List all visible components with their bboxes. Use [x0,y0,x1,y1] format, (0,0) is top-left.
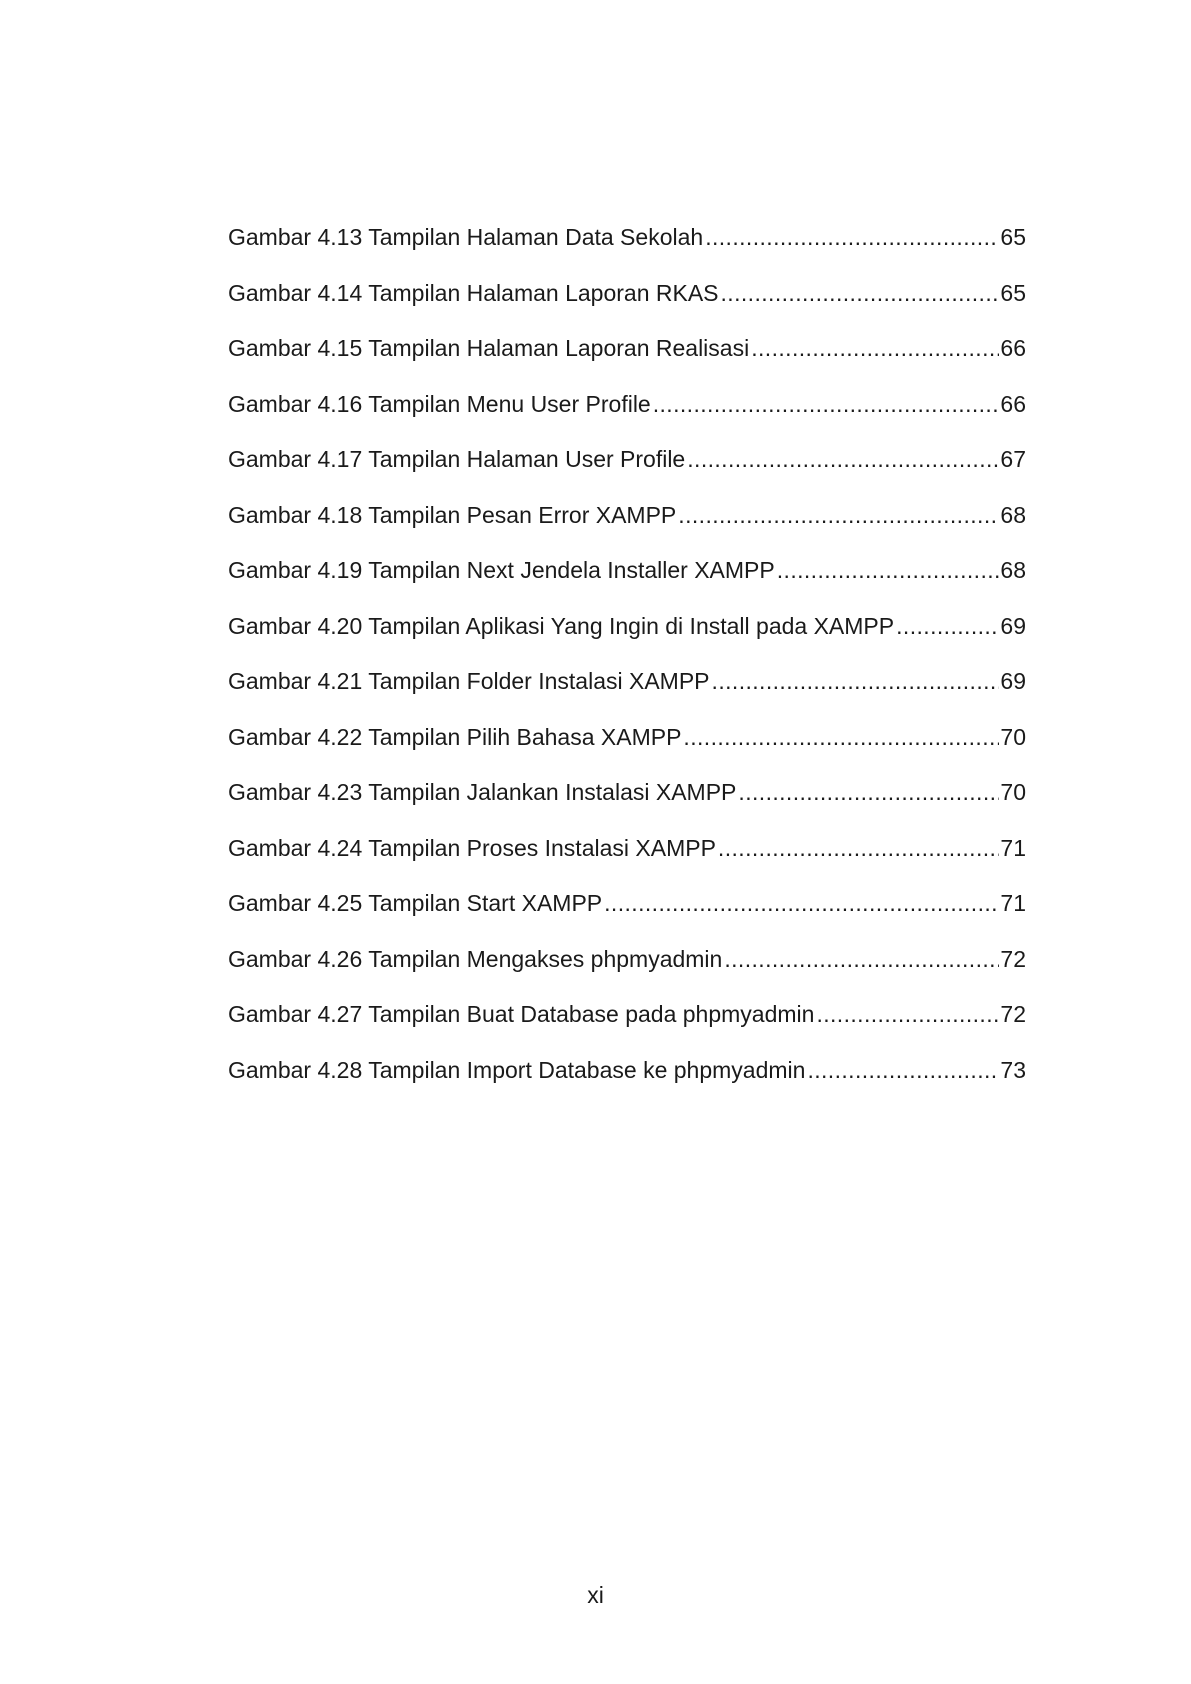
toc-entry: Gambar 4.21 Tampilan Folder Instalasi XA… [228,668,1026,724]
dot-leader [724,946,999,972]
toc-entry: Gambar 4.16 Tampilan Menu User Profile 6… [228,391,1026,447]
toc-entry: Gambar 4.19 Tampilan Next Jendela Instal… [228,557,1026,613]
toc-entry-page: 65 [1000,224,1026,250]
toc-entry-title: Gambar 4.15 Tampilan Halaman Laporan Rea… [228,335,750,361]
toc-entry-page: 69 [1000,612,1026,639]
toc-entry: Gambar 4.28 Tampilan Import Database ke … [228,1057,1026,1113]
dot-leader [751,335,999,361]
dot-leader [683,724,999,750]
toc-entry: Gambar 4.14 Tampilan Halaman Laporan RKA… [228,280,1026,336]
page-number: xi [587,1582,604,1608]
toc-entry-title: Gambar 4.13 Tampilan Halaman Data Sekola… [228,224,704,250]
toc-entry: Gambar 4.22 Tampilan Pilih Bahasa XAMPP … [228,724,1026,780]
toc-entry: Gambar 4.27 Tampilan Buat Database pada … [228,1001,1026,1057]
toc-entry-page: 68 [1000,557,1026,583]
dot-leader [604,890,999,916]
toc-entry-page: 70 [1000,779,1026,805]
dot-leader [738,779,999,805]
toc-entry-title: Gambar 4.16 Tampilan Menu User Profile [228,390,651,417]
toc-entry-title: Gambar 4.25 Tampilan Start XAMPP [228,890,603,916]
dot-leader [718,835,999,861]
toc-entry: Gambar 4.25 Tampilan Start XAMPP 71 [228,890,1026,946]
toc-entry-page: 73 [1000,1056,1026,1083]
toc-entry-page: 71 [1000,890,1026,916]
dot-leader [687,446,999,472]
toc-entry-page: 72 [1000,1001,1026,1027]
dot-leader [721,280,1000,306]
dot-leader [896,613,999,639]
toc-entry-title: Gambar 4.28 Tampilan Import Database ke … [228,1056,806,1083]
dot-leader [678,502,999,528]
dot-leader [777,557,1000,583]
toc-entry-page: 68 [1000,501,1026,528]
toc-entry: Gambar 4.23 Tampilan Jalankan Instalasi … [228,779,1026,835]
toc-entry-page: 66 [1000,335,1026,361]
dot-leader [816,1001,999,1027]
toc-entry-title: Gambar 4.17 Tampilan Halaman User Profil… [228,446,686,472]
toc-entry-title: Gambar 4.22 Tampilan Pilih Bahasa XAMPP [228,723,682,750]
toc-entry-page: 65 [1000,279,1026,306]
toc-entry-title: Gambar 4.19 Tampilan Next Jendela Instal… [228,557,775,583]
toc-entry: Gambar 4.24 Tampilan Proses Instalasi XA… [228,835,1026,891]
toc-entry-title: Gambar 4.23 Tampilan Jalankan Instalasi … [228,779,737,805]
toc-entry-page: 69 [1000,668,1026,694]
toc-entry-title: Gambar 4.24 Tampilan Proses Instalasi XA… [228,834,716,861]
list-of-figures: Gambar 4.13 Tampilan Halaman Data Sekola… [228,224,1026,1112]
toc-entry-title: Gambar 4.21 Tampilan Folder Instalasi XA… [228,668,710,694]
dot-leader [653,391,1000,417]
toc-entry-page: 71 [1000,834,1026,861]
dot-leader [807,1057,999,1083]
toc-entry: Gambar 4.20 Tampilan Aplikasi Yang Ingin… [228,613,1026,669]
toc-entry-title: Gambar 4.20 Tampilan Aplikasi Yang Ingin… [228,612,895,639]
toc-entry-page: 72 [1000,945,1026,972]
toc-entry-title: Gambar 4.26 Tampilan Mengakses phpmyadmi… [228,945,723,972]
toc-entry: Gambar 4.13 Tampilan Halaman Data Sekola… [228,224,1026,280]
toc-entry-title: Gambar 4.14 Tampilan Halaman Laporan RKA… [228,279,719,306]
toc-entry-title: Gambar 4.18 Tampilan Pesan Error XAMPP [228,501,677,528]
toc-entry: Gambar 4.17 Tampilan Halaman User Profil… [228,446,1026,502]
toc-entry: Gambar 4.18 Tampilan Pesan Error XAMPP 6… [228,502,1026,558]
dot-leader [705,224,999,250]
toc-entry-page: 67 [1000,446,1026,472]
toc-entry: Gambar 4.26 Tampilan Mengakses phpmyadmi… [228,946,1026,1002]
toc-entry-page: 66 [1000,390,1026,417]
toc-entry-page: 70 [1000,723,1026,750]
toc-entry-title: Gambar 4.27 Tampilan Buat Database pada … [228,1001,815,1027]
dot-leader [712,668,1000,694]
toc-entry: Gambar 4.15 Tampilan Halaman Laporan Rea… [228,335,1026,391]
